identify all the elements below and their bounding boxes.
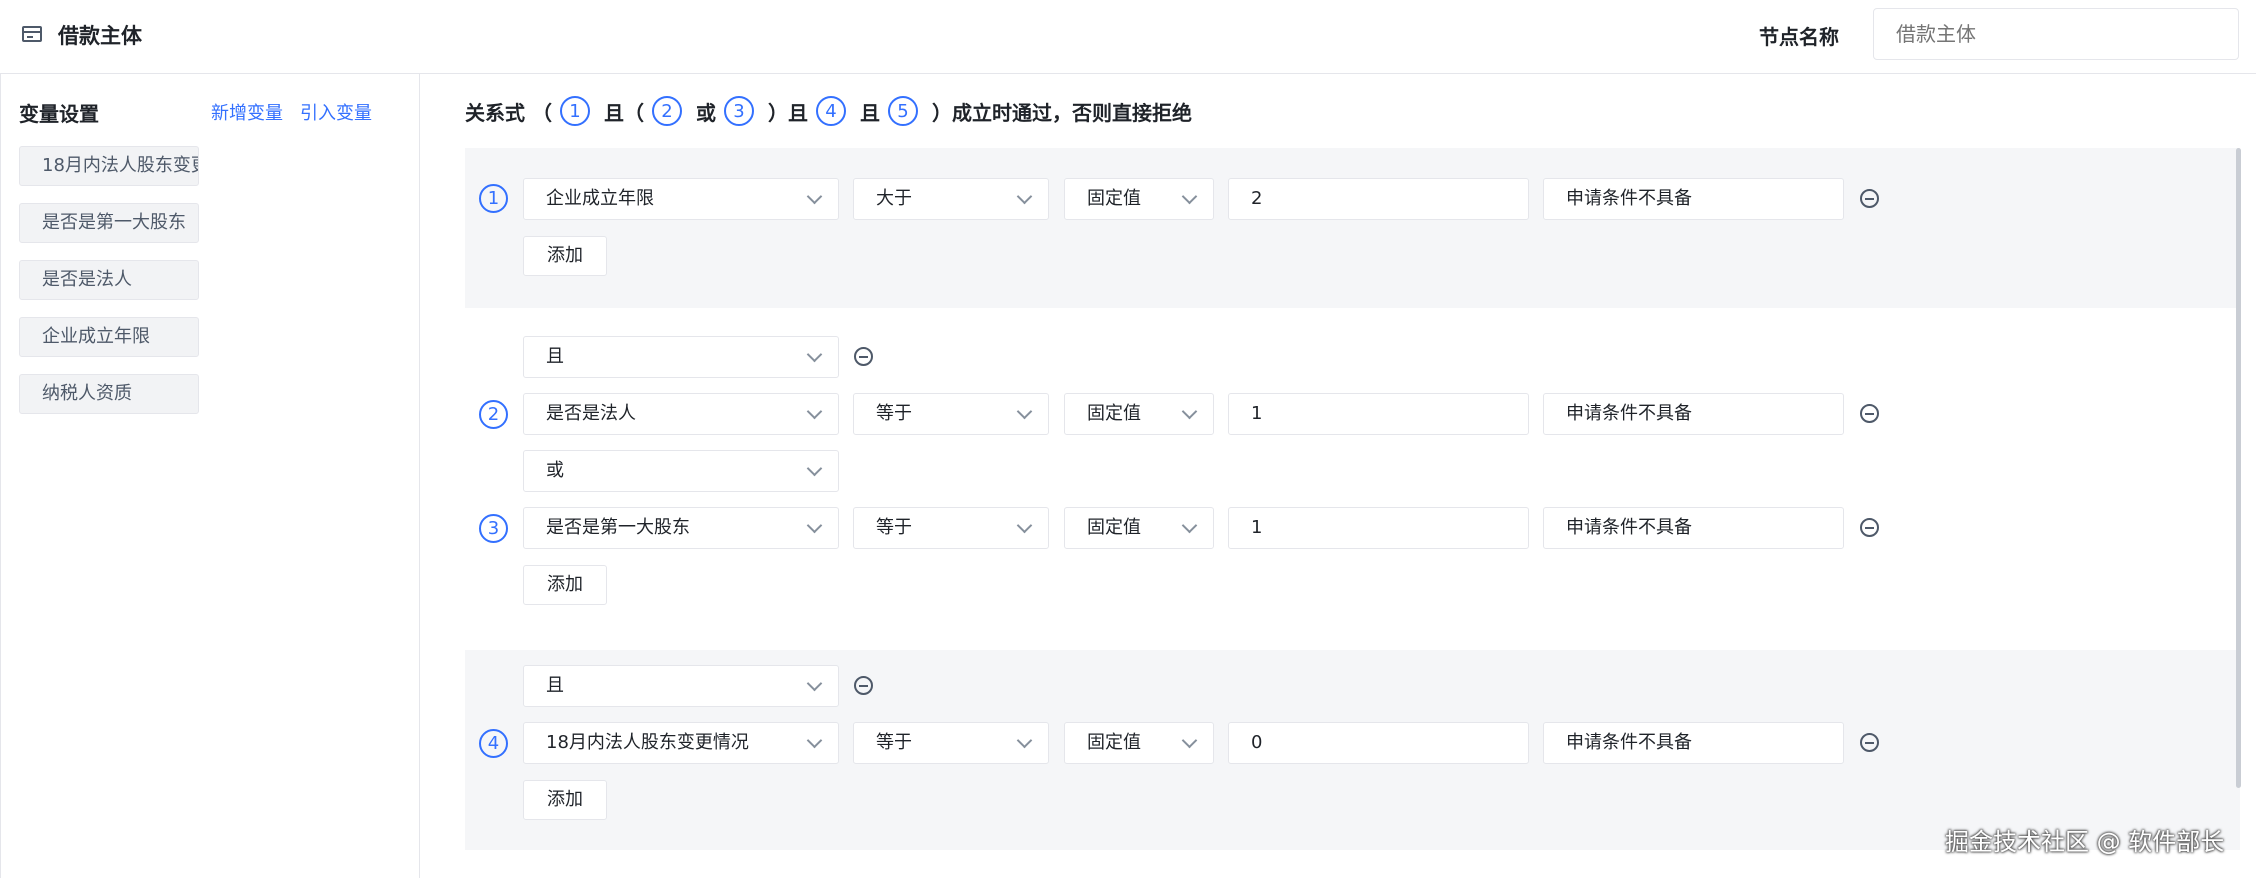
rule-operator-value: 等于: [876, 403, 912, 424]
relation-prefix: 关系式 （: [465, 100, 552, 125]
relation-connector: 且（: [603, 100, 644, 125]
rule-operator-value: 大于: [876, 188, 912, 209]
chevron-down-icon: [806, 732, 823, 749]
variable-item[interactable]: 是否是第一大股东: [19, 203, 199, 243]
import-variable-link[interactable]: 引入变量: [300, 99, 372, 125]
rule-operator-select[interactable]: 等于: [853, 722, 1049, 764]
chevron-down-icon: [1181, 517, 1198, 534]
remove-rule-icon[interactable]: [1860, 733, 1879, 752]
chevron-down-icon: [1181, 732, 1198, 749]
rule-number-badge: 5: [887, 96, 918, 126]
rule-operator-value: 等于: [876, 732, 912, 753]
scrollbar[interactable]: [2236, 148, 2241, 788]
add-variable-link[interactable]: 新增变量: [211, 99, 283, 125]
rule-value-type-value: 固定值: [1087, 403, 1141, 424]
chevron-down-icon: [806, 517, 823, 534]
connector-value: 且: [546, 675, 564, 696]
node-name-input[interactable]: [1873, 8, 2239, 60]
rule-number-badge: 2: [479, 400, 508, 429]
chevron-down-icon: [806, 460, 823, 477]
rule-number-badge: 1: [479, 184, 508, 213]
watermark: 掘金技术社区 @ 软件部长: [1945, 828, 2225, 856]
chevron-down-icon: [1016, 517, 1033, 534]
rule-message-input[interactable]: 申请条件不具备: [1543, 178, 1844, 220]
rule-field-select[interactable]: 是否是法人: [523, 393, 839, 435]
rule-field-value: 是否是第一大股东: [546, 517, 690, 538]
chevron-down-icon: [806, 403, 823, 420]
rule-value-type-value: 固定值: [1087, 188, 1141, 209]
remove-rule-icon[interactable]: [1860, 518, 1879, 537]
rule-operator-select[interactable]: 大于: [853, 178, 1049, 220]
page-title: 借款主体: [58, 24, 142, 48]
relation-suffix: ）成立时通过，否则直接拒绝: [931, 100, 1192, 125]
rule-field-value: 18月内法人股东变更情况: [546, 732, 749, 753]
remove-rule-icon[interactable]: [1860, 404, 1879, 423]
rule-value-input[interactable]: 2: [1228, 178, 1529, 220]
chevron-down-icon: [806, 188, 823, 205]
rule-operator-value: 等于: [876, 517, 912, 538]
variable-panel-title: 变量设置: [19, 102, 99, 126]
group-connector-select[interactable]: 且: [523, 336, 839, 378]
relation-connector: 且: [859, 100, 880, 125]
rule-number-badge: 1: [559, 96, 590, 126]
remove-group-icon[interactable]: [854, 676, 873, 695]
rule-value-type-select[interactable]: 固定值: [1064, 393, 1214, 435]
chevron-down-icon: [1016, 188, 1033, 205]
rule-number-badge: 4: [479, 729, 508, 758]
variable-item[interactable]: 是否是法人: [19, 260, 199, 300]
rule-value-type-select[interactable]: 固定值: [1064, 507, 1214, 549]
variable-item[interactable]: 企业成立年限: [19, 317, 199, 357]
group-connector-select[interactable]: 且: [523, 665, 839, 707]
add-rule-button[interactable]: 添加: [523, 565, 607, 605]
chevron-down-icon: [1016, 403, 1033, 420]
rule-field-value: 企业成立年限: [546, 188, 654, 209]
rule-number-badge: 3: [479, 514, 508, 543]
rule-value-input[interactable]: 1: [1228, 507, 1529, 549]
variable-item[interactable]: 纳税人资质: [19, 374, 199, 414]
rule-field-value: 是否是法人: [546, 403, 636, 424]
card-icon: [22, 26, 42, 42]
rule-group-1: [465, 148, 2240, 308]
chevron-down-icon: [1181, 403, 1198, 420]
rule-connector-select[interactable]: 或: [523, 450, 839, 492]
relation-connector: 或: [695, 100, 716, 125]
chevron-down-icon: [1181, 188, 1198, 205]
remove-group-icon[interactable]: [854, 347, 873, 366]
chevron-down-icon: [1016, 732, 1033, 749]
remove-rule-icon[interactable]: [1860, 189, 1879, 208]
rule-message-input[interactable]: 申请条件不具备: [1543, 507, 1844, 549]
relation-expression: 关系式 （ 1 且（ 2 或 3 ）且 4 且 5 ）成立时通过，否则直接拒绝: [465, 94, 1200, 128]
rule-operator-select[interactable]: 等于: [853, 393, 1049, 435]
variable-panel: 变量设置 新增变量 引入变量 18月内法人股东变更情况 是否是第一大股东 是否是…: [0, 74, 420, 878]
relation-connector: ）且: [767, 100, 808, 125]
connector-value: 或: [546, 460, 564, 481]
rule-number-badge: 4: [815, 96, 846, 126]
node-name-label: 节点名称: [1759, 25, 1839, 49]
rule-value-type-select[interactable]: 固定值: [1064, 178, 1214, 220]
rule-message-input[interactable]: 申请条件不具备: [1543, 722, 1844, 764]
rule-operator-select[interactable]: 等于: [853, 507, 1049, 549]
rule-number-badge: 2: [651, 96, 682, 126]
rule-value-type-select[interactable]: 固定值: [1064, 722, 1214, 764]
rule-value-type-value: 固定值: [1087, 517, 1141, 538]
variable-item[interactable]: 18月内法人股东变更情况: [19, 146, 199, 186]
chevron-down-icon: [806, 675, 823, 692]
chevron-down-icon: [806, 346, 823, 363]
rule-value-input[interactable]: 0: [1228, 722, 1529, 764]
rule-number-badge: 3: [723, 96, 754, 126]
rule-value-input[interactable]: 1: [1228, 393, 1529, 435]
add-rule-button[interactable]: 添加: [523, 780, 607, 820]
rule-field-select[interactable]: 18月内法人股东变更情况: [523, 722, 839, 764]
rule-field-select[interactable]: 企业成立年限: [523, 178, 839, 220]
rule-value-type-value: 固定值: [1087, 732, 1141, 753]
connector-value: 且: [546, 346, 564, 367]
add-rule-button[interactable]: 添加: [523, 236, 607, 276]
header: 借款主体 节点名称: [0, 0, 2256, 74]
rule-field-select[interactable]: 是否是第一大股东: [523, 507, 839, 549]
rule-message-input[interactable]: 申请条件不具备: [1543, 393, 1844, 435]
